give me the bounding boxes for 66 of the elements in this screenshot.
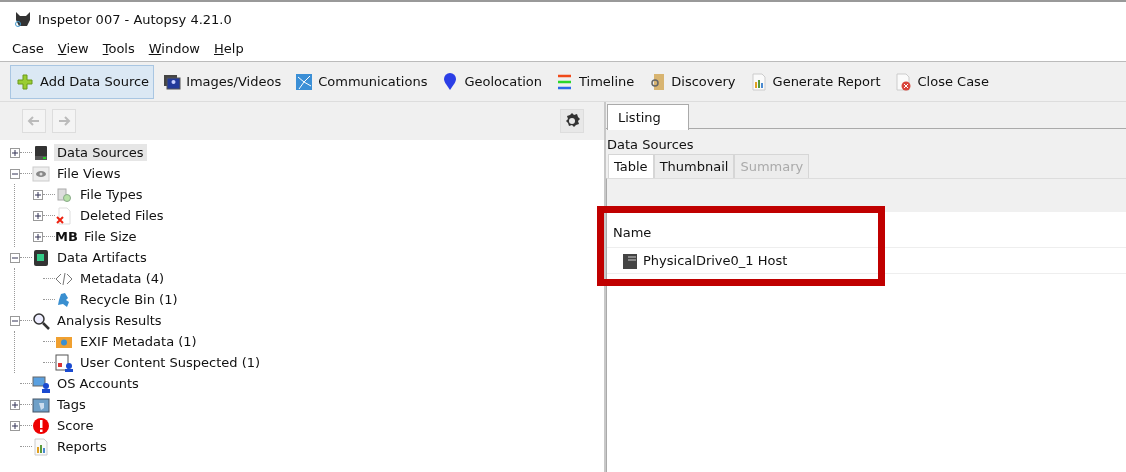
toolbar-button[interactable]: Communications [290,64,433,99]
toolbar-button[interactable]: Timeline [551,64,640,99]
tree-item[interactable]: File Size [81,228,140,245]
tab[interactable]: Listing [607,104,689,130]
expand-toggle[interactable] [33,210,43,221]
menu-item[interactable]: View [57,41,89,56]
tree-item[interactable]: Deleted Files [77,207,167,224]
tree-item[interactable]: File Types [77,186,146,203]
column-header[interactable]: Name [607,218,1126,248]
size-icon: MB [55,229,77,244]
expand-toggle[interactable] [10,399,20,410]
left-arrow-icon [27,114,41,128]
tree-item[interactable]: User Content Suspected (1) [77,354,264,371]
tree-item[interactable]: Reports [54,438,110,455]
menu-item[interactable]: Tools [102,41,135,56]
toolbar-button[interactable]: Images/Videos [158,64,287,99]
plus-icon [11,400,19,409]
plus-icon [11,148,19,157]
collapse-toggle[interactable] [10,168,20,179]
tree-item[interactable]: Analysis Results [54,312,165,329]
toolbar-button[interactable]: Geolocation [436,64,548,99]
tree-item[interactable]: Recycle Bin (1) [77,291,181,308]
toolbar-button[interactable]: Close Case [889,64,994,99]
plus-icon [34,232,42,241]
window-title: Inspetor 007 - Autopsy 4.21.0 [38,11,232,27]
tree-item[interactable]: Score [54,417,97,434]
tree-item[interactable]: File Views [54,165,124,182]
tree-item[interactable]: Data Sources [54,144,147,161]
server-icon [621,251,639,270]
toolbar-button[interactable]: Discovery [643,64,741,99]
collapse-toggle[interactable] [10,252,20,263]
plus-icon [15,72,35,91]
plus-icon [34,190,42,199]
table-row[interactable]: PhysicalDrive0_1 Host [607,248,1126,274]
tree-item[interactable]: EXIF Metadata (1) [77,333,200,350]
toolbar-button[interactable]: Add Data Source [10,64,155,99]
tree-item[interactable]: Metadata (4) [77,270,168,287]
settings-button[interactable] [560,109,584,133]
plus-icon [11,421,19,430]
tab[interactable]: Table [608,154,654,178]
report-icon [749,72,768,91]
close-icon [894,72,913,91]
search-icon [32,311,50,330]
photos-icon [163,72,182,91]
collapse-toggle[interactable] [10,315,20,326]
right-arrow-icon [57,114,71,128]
tab[interactable]: Thumbnail [653,154,735,178]
eye-icon [32,164,50,183]
app-logo-icon [14,10,32,28]
expand-toggle[interactable] [10,420,20,431]
report-icon [32,437,50,456]
expand-toggle[interactable] [33,231,43,242]
deleted-icon [55,206,73,225]
expand-toggle[interactable] [10,147,20,158]
tree-item[interactable]: Tags [54,396,89,413]
tree-item[interactable]: Data Artifacts [54,249,150,266]
drive-icon [32,143,50,162]
menu-item[interactable]: Help [214,41,244,56]
menu-item[interactable]: Window [148,41,200,56]
alert-icon [32,416,50,435]
tree-item[interactable]: OS Accounts [54,375,142,392]
expand-toggle[interactable] [33,189,43,200]
plus-icon [34,211,42,220]
section-heading: Data Sources [606,136,695,154]
toolbar-button[interactable]: Generate Report [744,64,886,99]
menu-item[interactable]: Case [12,41,44,56]
